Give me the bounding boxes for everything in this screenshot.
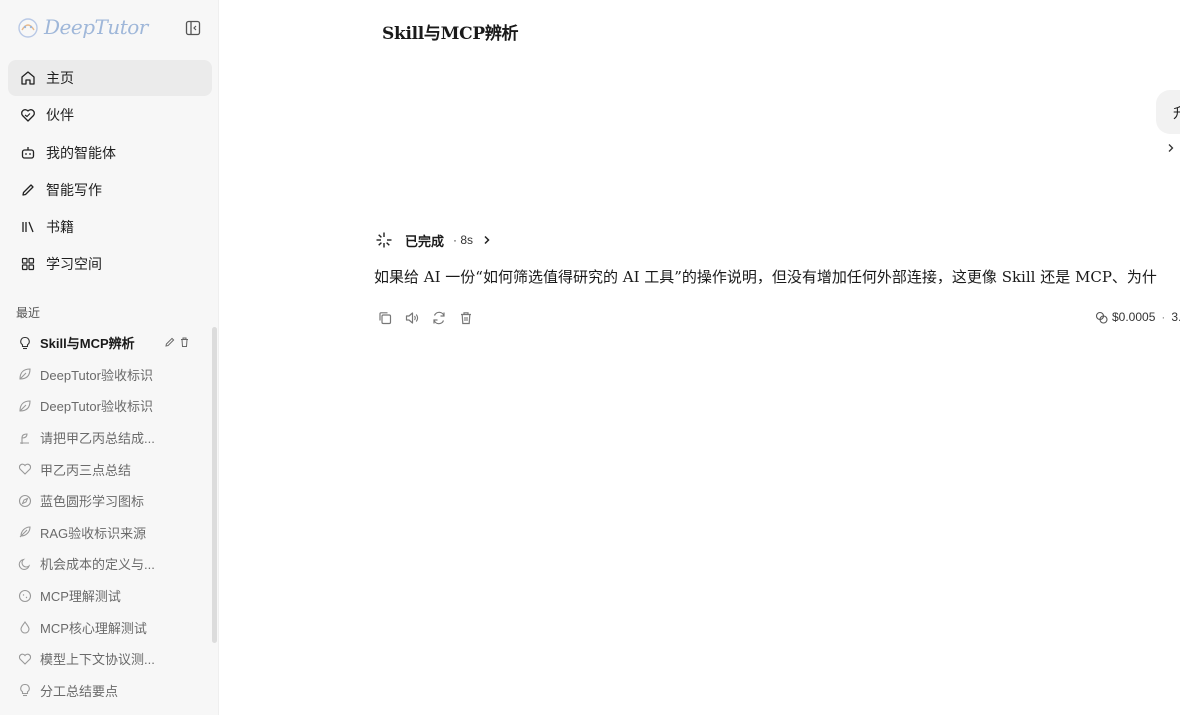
nav-item-learning-space[interactable]: 学习空间: [8, 246, 212, 282]
chat-main: Skill与MCP辨析 升 已完成 · 8s 如果给 AI 一份“如何筛选值得研…: [220, 0, 1180, 715]
speaker-icon[interactable]: [404, 310, 420, 326]
recent-item-label: MCP理解测试: [40, 589, 121, 605]
heart-icon: [18, 462, 32, 476]
sparkle-icon: [375, 231, 393, 249]
recent-item-label: DeepTutor验收标识: [40, 367, 153, 383]
chevron-right-icon[interactable]: [1165, 141, 1177, 155]
nav-item-home[interactable]: 主页: [8, 60, 212, 96]
lightbulb-icon: [18, 683, 32, 697]
assistant-answer-text: 如果给 AI 一份“如何筛选值得研究的 AI 工具”的操作说明，但没有增加任何外…: [374, 268, 1157, 286]
recent-item-label: 甲乙丙三点总结: [40, 462, 132, 478]
nav-item-my-agents[interactable]: 我的智能体: [8, 135, 212, 171]
chevron-right-icon: [481, 233, 493, 247]
recent-item-label: 分工总结要点: [40, 683, 119, 699]
recent-item[interactable]: 请把甲乙丙总结成...: [8, 422, 204, 454]
usage-info: $0.0005 · 3.: [1095, 310, 1180, 324]
compass-icon: [18, 494, 32, 508]
recent-item[interactable]: Skill与MCP辨析: [8, 327, 204, 359]
chat-title: Skill与MCP辨析: [382, 24, 519, 44]
droplet-icon: [18, 620, 32, 634]
recent-item[interactable]: RAG验收标识来源: [8, 517, 204, 549]
sidebar: DeepTutor 主页 伙伴 我的智能体 智能写作 书籍 学习空间 最近 Sk…: [0, 0, 219, 715]
message-actions: [377, 310, 474, 326]
sprout-icon: [18, 431, 32, 445]
recent-item-label: RAG验收标识来源: [40, 525, 147, 541]
trash-icon[interactable]: [458, 310, 474, 326]
grid-icon: [20, 256, 36, 272]
recent-item-label: 请把甲乙丙总结成...: [40, 431, 155, 447]
status-label: 已完成: [405, 233, 445, 249]
main-nav: 主页 伙伴 我的智能体 智能写作 书籍 学习空间: [8, 60, 212, 284]
leaf-icon: [18, 367, 32, 381]
nav-label: 书籍: [46, 219, 74, 236]
rename-pencil-icon[interactable]: [164, 336, 175, 348]
heart-handshake-icon: [20, 107, 36, 123]
pen-icon: [20, 182, 36, 198]
nav-label: 主页: [46, 70, 74, 86]
recent-item-label: 机会成本的定义与...: [40, 557, 155, 573]
recent-item-label: MCP核心理解测试: [40, 620, 147, 636]
recent-item-label: Skill与MCP辨析: [40, 336, 135, 352]
recent-item[interactable]: MCP核心理解测试: [8, 611, 204, 643]
leaf-icon: [18, 399, 32, 413]
coins-icon: [1095, 311, 1108, 324]
app-logo[interactable]: DeepTutor: [16, 14, 206, 42]
recent-section-label: 最近: [16, 306, 41, 320]
heart-icon: [18, 652, 32, 666]
deeptutor-logo-icon: [16, 16, 40, 40]
lightbulb-icon: [18, 336, 32, 350]
nav-label: 智能写作: [46, 181, 102, 198]
cost-separator: ·: [1161, 310, 1166, 324]
moon-icon: [18, 557, 32, 571]
cost-value: $0.0005: [1112, 310, 1156, 324]
cookie-icon: [18, 589, 32, 603]
user-message-text: 升: [1173, 103, 1180, 123]
delete-trash-icon[interactable]: [179, 336, 190, 348]
library-icon: [20, 219, 36, 235]
nav-item-partner[interactable]: 伙伴: [8, 97, 212, 133]
recent-item[interactable]: 甲乙丙三点总结: [8, 453, 204, 485]
copy-icon[interactable]: [377, 310, 393, 326]
recent-item[interactable]: 模型上下文协议测...: [8, 643, 204, 675]
sidebar-scrollbar[interactable]: [212, 327, 217, 643]
nav-label: 学习空间: [46, 256, 102, 273]
recent-item-label: 模型上下文协议测...: [40, 652, 155, 668]
bot-icon: [20, 145, 36, 161]
recent-item-actions: [164, 336, 190, 348]
app-name: DeepTutor: [44, 15, 148, 39]
nav-label: 我的智能体: [46, 144, 116, 161]
recent-list: Skill与MCP辨析 DeepTutor验收标识 DeepTutor验收标识 …: [8, 327, 204, 706]
token-count: 3.: [1171, 310, 1180, 324]
recent-item-label: 蓝色圆形学习图标: [40, 494, 145, 510]
recent-item[interactable]: DeepTutor验收标识: [8, 390, 204, 422]
home-icon: [20, 70, 36, 86]
nav-item-smart-writing[interactable]: 智能写作: [8, 172, 212, 208]
recent-item[interactable]: 机会成本的定义与...: [8, 548, 204, 580]
status-duration: · 8s: [453, 233, 474, 247]
nav-item-books[interactable]: 书籍: [8, 209, 212, 245]
recent-item[interactable]: 分工总结要点: [8, 675, 204, 707]
recent-item[interactable]: 蓝色圆形学习图标: [8, 485, 204, 517]
response-status[interactable]: 已完成 · 8s: [375, 230, 493, 250]
recent-item[interactable]: MCP理解测试: [8, 580, 204, 612]
sidebar-collapse-icon[interactable]: [184, 19, 202, 37]
recent-item-label: DeepTutor验收标识: [40, 399, 153, 415]
nav-label: 伙伴: [46, 107, 74, 124]
refresh-icon[interactable]: [431, 310, 447, 326]
user-message-bubble: 升: [1156, 90, 1180, 134]
feather-icon: [18, 525, 32, 539]
recent-item[interactable]: DeepTutor验收标识: [8, 359, 204, 391]
